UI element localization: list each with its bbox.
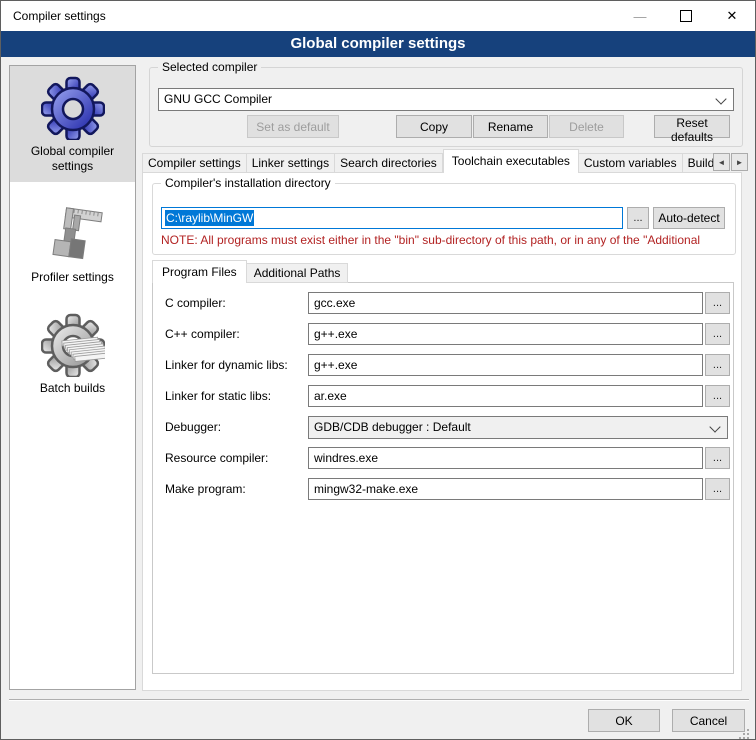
- program-files-page: C compiler: gcc.exe ... C++ compiler: g+…: [152, 282, 734, 674]
- install-dir-browse-button[interactable]: ...: [627, 207, 649, 229]
- titlebar: Compiler settings — ✕: [1, 1, 755, 31]
- field-label: C compiler:: [165, 292, 308, 314]
- page-title: Global compiler settings: [1, 31, 755, 57]
- field-row-make-program: Make program: mingw32-make.exe ...: [165, 478, 733, 500]
- footer-divider-highlight: [9, 700, 749, 701]
- cancel-button[interactable]: Cancel: [672, 709, 745, 732]
- install-dir-input[interactable]: C:\raylib\MinGW: [161, 207, 623, 229]
- field-label: Resource compiler:: [165, 447, 308, 469]
- autodetect-button[interactable]: Auto-detect: [653, 207, 725, 229]
- c-compiler-input[interactable]: gcc.exe: [308, 292, 703, 314]
- toolchain-executables-page: Compiler's installation directory C:\ray…: [142, 172, 742, 691]
- blue-gear-icon: [41, 76, 105, 140]
- sidebar-item-label: Global compiler settings: [10, 142, 135, 174]
- sidebar-item-profiler-settings[interactable]: Profiler settings: [10, 192, 135, 293]
- sidebar-item-global-compiler-settings[interactable]: Global compiler settings: [10, 66, 135, 182]
- field-label: Make program:: [165, 478, 308, 500]
- minimize-icon: —: [634, 14, 647, 19]
- install-dir-selected-text: C:\raylib\MinGW: [165, 210, 254, 226]
- compiler-select[interactable]: GNU GCC Compiler: [158, 88, 734, 111]
- caption-buttons: — ✕: [617, 1, 755, 31]
- field-row-linker-static: Linker for static libs: ar.exe ...: [165, 385, 733, 407]
- arrow-right-icon: ►: [736, 158, 744, 167]
- gray-gear-stack-icon: [41, 313, 105, 377]
- dialog-content: Global compiler settings Profiler settin…: [1, 57, 755, 739]
- settings-sidebar: Global compiler settings Profiler settin…: [9, 65, 136, 690]
- chevron-down-icon: [709, 421, 720, 432]
- linker-dynamic-input[interactable]: g++.exe: [308, 354, 703, 376]
- linker-dynamic-browse-button[interactable]: ...: [705, 354, 730, 376]
- selected-compiler-group-label: Selected compiler: [158, 60, 261, 74]
- chevron-down-icon: [715, 93, 726, 104]
- compiler-select-value: GNU GCC Compiler: [164, 92, 272, 106]
- maximize-button[interactable]: [663, 1, 709, 31]
- program-files-tab-bar: Program FilesAdditional Paths: [152, 260, 348, 283]
- copy-button[interactable]: Copy: [396, 115, 472, 138]
- arrow-left-icon: ◄: [718, 158, 726, 167]
- cpp-compiler-input[interactable]: g++.exe: [308, 323, 703, 345]
- tab-linker-settings[interactable]: Linker settings: [247, 153, 335, 173]
- make-program-browse-button[interactable]: ...: [705, 478, 730, 500]
- field-label: Debugger:: [165, 416, 308, 438]
- rename-button[interactable]: Rename: [473, 115, 548, 138]
- tab-compiler-settings[interactable]: Compiler settings: [142, 153, 247, 173]
- field-label: Linker for static libs:: [165, 385, 308, 407]
- cpp-compiler-browse-button[interactable]: ...: [705, 323, 730, 345]
- debugger-select[interactable]: GDB/CDB debugger : Default: [308, 416, 728, 439]
- tab-scroll-arrows: ◄ ►: [713, 153, 748, 171]
- close-button[interactable]: ✕: [709, 1, 755, 31]
- tab-search-directories[interactable]: Search directories: [335, 153, 443, 173]
- tab-scroll-right-button[interactable]: ►: [731, 153, 748, 171]
- window-title: Compiler settings: [1, 9, 106, 23]
- selected-compiler-group: Selected compiler GNU GCC Compiler Set a…: [149, 67, 743, 147]
- settings-tab-bar: Compiler settingsLinker settingsSearch d…: [142, 149, 713, 173]
- field-row-debugger: Debugger: GDB/CDB debugger : Default: [165, 416, 733, 438]
- resource-compiler-browse-button[interactable]: ...: [705, 447, 730, 469]
- field-row-linker-dynamic: Linker for dynamic libs: g++.exe ...: [165, 354, 733, 376]
- delete-button: Delete: [549, 115, 624, 138]
- resource-compiler-input[interactable]: windres.exe: [308, 447, 703, 469]
- field-row-cpp-compiler: C++ compiler: g++.exe ...: [165, 323, 733, 345]
- caliper-icon: [41, 202, 105, 266]
- note-text: NOTE: All programs must exist either in …: [161, 233, 729, 247]
- tab-custom-variables[interactable]: Custom variables: [579, 153, 683, 173]
- sidebar-item-label: Profiler settings: [10, 268, 135, 285]
- field-label: Linker for dynamic libs:: [165, 354, 308, 376]
- minimize-button[interactable]: —: [617, 1, 663, 31]
- tab-scroll-left-button[interactable]: ◄: [713, 153, 730, 171]
- close-icon: ✕: [727, 8, 738, 24]
- installation-directory-group: Compiler's installation directory C:\ray…: [152, 183, 736, 255]
- installation-directory-group-label: Compiler's installation directory: [161, 176, 335, 190]
- field-row-resource-compiler: Resource compiler: windres.exe ...: [165, 447, 733, 469]
- c-compiler-browse-button[interactable]: ...: [705, 292, 730, 314]
- sidebar-item-batch-builds[interactable]: Batch builds: [10, 303, 135, 404]
- subtab-program-files[interactable]: Program Files: [152, 260, 247, 283]
- field-label: C++ compiler:: [165, 323, 308, 345]
- compiler-settings-dialog: Compiler settings — ✕ Global compiler se…: [0, 0, 756, 740]
- make-program-input[interactable]: mingw32-make.exe: [308, 478, 703, 500]
- set-as-default-button: Set as default: [247, 115, 339, 138]
- subtab-additional-paths[interactable]: Additional Paths: [247, 263, 349, 283]
- resize-grip[interactable]: [739, 729, 751, 740]
- ok-button[interactable]: OK: [588, 709, 660, 732]
- linker-static-browse-button[interactable]: ...: [705, 385, 730, 407]
- sidebar-item-label: Batch builds: [10, 379, 135, 396]
- field-row-c-compiler: C compiler: gcc.exe ...: [165, 292, 733, 314]
- linker-static-input[interactable]: ar.exe: [308, 385, 703, 407]
- tab-toolchain-executables[interactable]: Toolchain executables: [443, 149, 579, 173]
- tab-build[interactable]: Build: [683, 153, 713, 173]
- reset-defaults-button[interactable]: Reset defaults: [654, 115, 730, 138]
- maximize-icon: [680, 10, 692, 22]
